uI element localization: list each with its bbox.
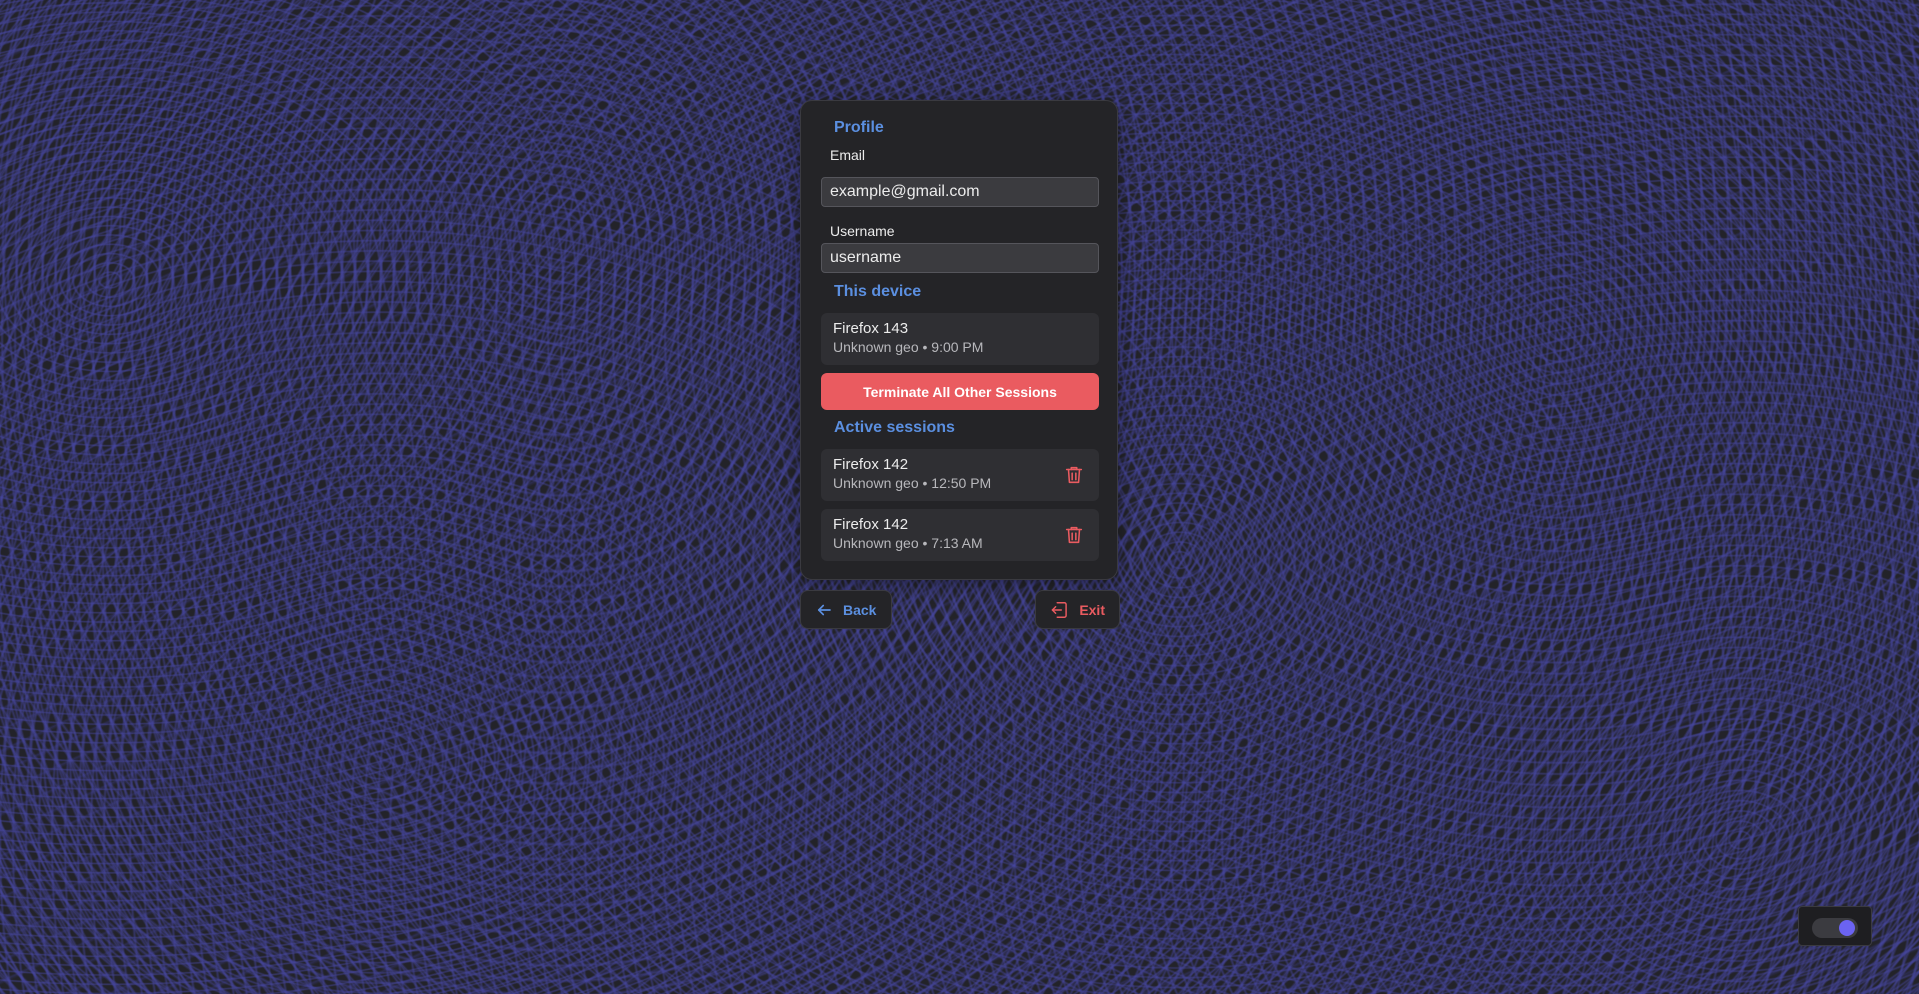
trash-icon[interactable] (1063, 464, 1085, 486)
session-item: Firefox 142 Unknown geo • 12:50 PM (821, 449, 1099, 501)
active-sessions-title: Active sessions (834, 419, 955, 436)
exit-label: Exit (1079, 601, 1105, 618)
terminate-other-sessions-button[interactable]: Terminate All Other Sessions (821, 373, 1099, 410)
email-field[interactable] (821, 177, 1099, 207)
session-name: Firefox 142 (833, 456, 909, 473)
theme-toggle-container (1798, 906, 1872, 946)
toggle-knob (1839, 920, 1855, 936)
session-item: Firefox 142 Unknown geo • 7:13 AM (821, 509, 1099, 561)
logout-icon (1051, 601, 1067, 618)
profile-title: Profile (834, 119, 884, 136)
arrow-left-icon (817, 604, 831, 615)
theme-toggle[interactable] (1812, 918, 1858, 938)
exit-button[interactable]: Exit (1035, 590, 1120, 629)
current-device-name: Firefox 143 (833, 320, 909, 337)
session-meta: Unknown geo • 12:50 PM (833, 475, 992, 491)
back-label: Back (843, 601, 877, 618)
trash-icon[interactable] (1063, 524, 1085, 546)
this-device-title: This device (834, 283, 922, 300)
username-field[interactable] (821, 243, 1099, 273)
email-label: Email (830, 147, 866, 163)
back-button[interactable]: Back (800, 590, 892, 629)
current-device-item: Firefox 143 Unknown geo • 9:00 PM (821, 313, 1099, 365)
current-device-meta: Unknown geo • 9:00 PM (833, 339, 984, 355)
username-label: Username (830, 223, 895, 239)
profile-card: Profile Email Username This device Firef… (800, 100, 1118, 580)
session-meta: Unknown geo • 7:13 AM (833, 535, 983, 551)
session-name: Firefox 142 (833, 516, 909, 533)
